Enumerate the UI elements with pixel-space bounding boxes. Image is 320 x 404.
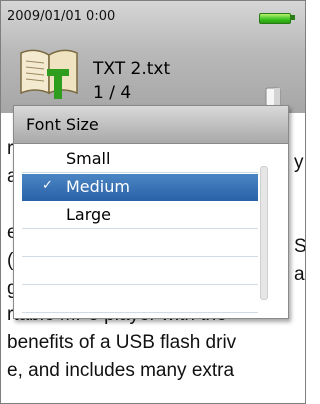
scrollbar[interactable] [260,166,268,300]
option-label: Large [66,205,112,224]
file-name: TXT 2.txt [93,59,171,79]
empty-option [22,286,258,313]
dialog-title-bar: Font Size [14,106,288,144]
empty-option [22,258,258,285]
font-size-dialog: Font Size Small ✓ Medium Large [13,105,289,319]
text-line: e, and includes many extra [7,360,235,381]
empty-option [22,230,258,257]
datetime: 2009/01/01 0:00 [7,9,116,24]
document-icon [265,87,281,107]
text-line: benefits of a USB flash driv [7,332,237,353]
page-indicator: 1 / 4 [93,83,132,103]
option-label: Small [66,149,111,168]
text-fragment-right: S [294,236,306,257]
option-small[interactable]: Small [22,146,258,173]
option-label: Medium [66,177,130,196]
option-large[interactable]: Large [22,202,258,229]
dialog-title: Font Size [26,115,99,134]
device-screen: 2009/01/01 0:00 TXT 2.txt 1 / 4 r a e ( … [0,0,306,404]
battery-tip [291,15,295,20]
status-bar: 2009/01/01 0:00 [1,1,305,37]
option-medium[interactable]: ✓ Medium [22,174,258,201]
ebook-icon [20,49,78,99]
battery-icon [259,13,291,24]
header: 2009/01/01 0:00 TXT 2.txt 1 / 4 [1,1,305,113]
text-fragment-right: y [294,152,304,173]
text-fragment-right: a [294,264,305,285]
check-icon: ✓ [42,178,53,193]
